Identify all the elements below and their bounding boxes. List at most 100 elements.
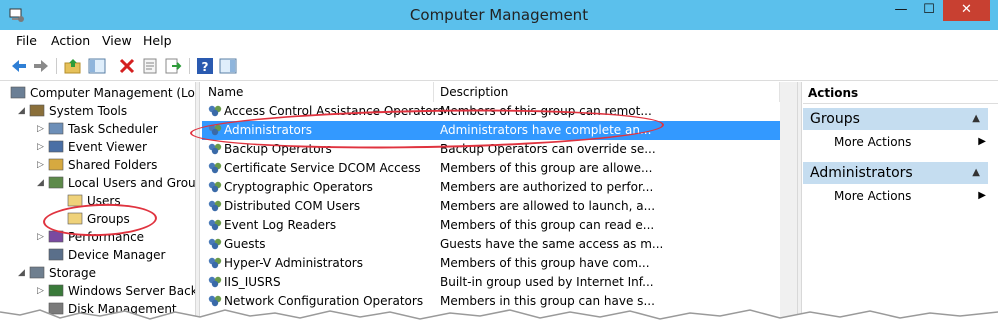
group-name: Certificate Service DCOM Access	[224, 161, 421, 175]
tree-item-label: Groups	[87, 212, 130, 226]
group-row[interactable]: Cryptographic Operators Members are autho…	[202, 178, 780, 197]
window-title: Computer Management	[409, 6, 589, 24]
group-row[interactable]: Distributed COM Users Members are allowed…	[202, 197, 780, 216]
expand-arrow-icon[interactable]: ▷	[37, 282, 47, 300]
back-icon[interactable]	[10, 57, 28, 75]
actions-header: Actions	[803, 82, 998, 104]
group-row[interactable]: Event Log Readers Members of this group c…	[202, 216, 780, 235]
tree-item-label: System Tools	[49, 104, 128, 118]
group-description: Members of this group can read e...	[440, 218, 655, 232]
minimize-button[interactable]: —	[887, 0, 915, 21]
collapse-arrow-icon[interactable]: ◢	[18, 264, 28, 282]
performance-icon	[48, 230, 64, 243]
pane-splitter[interactable]	[195, 82, 200, 331]
up-folder-icon[interactable]	[64, 57, 82, 75]
column-header-name[interactable]: Name	[202, 82, 434, 102]
device-manager-icon	[48, 248, 64, 261]
properties-icon[interactable]	[141, 57, 159, 75]
tree-item-label: Task Scheduler	[68, 122, 158, 136]
tree-item[interactable]: ▷ Event Viewer	[8, 138, 195, 156]
group-description: Administrators have complete an...	[440, 123, 652, 137]
expand-arrow-icon[interactable]: ▷	[37, 120, 47, 138]
collapse-icon[interactable]: ▲	[972, 108, 980, 130]
group-name: Distributed COM Users	[224, 199, 361, 213]
group-name: Administrators	[224, 123, 313, 137]
group-row[interactable]: Backup Operators Backup Operators can ove…	[202, 140, 780, 159]
toolbar: ?	[0, 52, 998, 81]
group-description: Members of this group can remot...	[440, 104, 652, 118]
tree-item-label: Performance	[68, 230, 145, 244]
menu-file[interactable]: File	[16, 33, 37, 48]
section-title: Groups	[810, 111, 860, 127]
expand-arrow-icon[interactable]: ▷	[37, 156, 47, 174]
expand-arrow-icon[interactable]: ▷	[37, 228, 47, 246]
menu-view[interactable]: View	[102, 33, 132, 48]
group-row[interactable]: Hyper-V Administrators Members of this gr…	[202, 254, 780, 273]
forward-icon[interactable]	[32, 57, 50, 75]
group-row[interactable]: Guests Guests have the same access as m..…	[202, 235, 780, 254]
tree-item-label: Windows Server Backup	[68, 284, 195, 298]
console-tree: Computer Management (Local ◢ System Tools ▷…	[8, 82, 195, 331]
collapse-arrow-icon[interactable]: ◢	[37, 174, 47, 192]
close-button[interactable]: ✕	[943, 0, 990, 21]
tree-item[interactable]: ◢ Storage	[8, 264, 195, 282]
more-actions-administrators[interactable]: More Actions ▶	[803, 186, 988, 206]
group-icon	[208, 238, 222, 250]
vertical-scrollbar[interactable]	[780, 82, 797, 331]
group-icon	[208, 124, 222, 136]
pane-splitter[interactable]	[797, 82, 802, 331]
actions-section-administrators[interactable]: Administrators ▲	[803, 162, 988, 184]
tree-item[interactable]: ▷ Task Scheduler	[8, 120, 195, 138]
collapse-icon[interactable]: ▲	[972, 162, 980, 184]
group-icon	[208, 219, 222, 231]
maximize-button[interactable]: ☐	[915, 0, 943, 21]
tree-item[interactable]: ◢ Local Users and Groups	[8, 174, 195, 192]
menu-action[interactable]: Action	[51, 33, 90, 48]
tree-item[interactable]: ▷ Windows Server Backup	[8, 282, 195, 300]
toolbar-separator	[56, 58, 57, 74]
group-row[interactable]: Administrators Administrators have comple…	[202, 121, 780, 140]
group-row[interactable]: Access Control Assistance Operators Membe…	[202, 102, 780, 121]
menu-help[interactable]: Help	[143, 33, 172, 48]
show-hide-action-pane-icon[interactable]	[219, 57, 237, 75]
show-hide-tree-icon[interactable]	[88, 57, 106, 75]
toolbar-separator	[189, 58, 190, 74]
group-description: Backup Operators can override se...	[440, 142, 656, 156]
delete-icon[interactable]	[118, 57, 136, 75]
tree-item-label: Storage	[49, 266, 96, 280]
column-header-description[interactable]: Description	[434, 82, 780, 102]
group-name: Guests	[224, 237, 266, 251]
tree-item[interactable]: ▷ Performance	[8, 228, 195, 246]
more-actions-groups[interactable]: More Actions ▶	[803, 132, 988, 152]
tree-item-label: Event Viewer	[68, 140, 147, 154]
group-row[interactable]: Certificate Service DCOM Access Members o…	[202, 159, 780, 178]
users-icon	[48, 176, 64, 189]
group-description: Members are authorized to perfor...	[440, 180, 654, 194]
group-icon	[208, 257, 222, 269]
group-icon	[208, 162, 222, 174]
group-icon	[208, 181, 222, 193]
group-icon	[208, 200, 222, 212]
collapse-arrow-icon[interactable]: ◢	[18, 102, 28, 120]
help-icon[interactable]: ?	[196, 57, 214, 75]
section-title: Administrators	[810, 165, 913, 181]
more-actions-label: More Actions	[834, 135, 912, 149]
actions-section-groups[interactable]: Groups ▲	[803, 108, 988, 130]
group-name: Hyper-V Administrators	[224, 256, 363, 270]
tree-item[interactable]: ◢ System Tools	[8, 102, 195, 120]
group-row[interactable]: IIS_IUSRS Built-in group used by Internet…	[202, 273, 780, 292]
tree-item[interactable]: ▷ Shared Folders	[8, 156, 195, 174]
storage-icon	[29, 266, 45, 279]
folder-icon	[67, 194, 83, 207]
export-list-icon[interactable]	[164, 57, 182, 75]
tree-item[interactable]: Device Manager	[8, 246, 195, 264]
tree-item[interactable]: Groups	[8, 210, 195, 228]
group-icon	[208, 105, 222, 117]
backup-icon	[48, 284, 64, 297]
title-bar: Computer Management — ☐ ✕	[0, 0, 998, 30]
group-icon	[208, 276, 222, 288]
tree-item[interactable]: Computer Management (Local	[8, 84, 195, 102]
group-description: Members of this group are allowe...	[440, 161, 653, 175]
tree-item[interactable]: Users	[8, 192, 195, 210]
expand-arrow-icon[interactable]: ▷	[37, 138, 47, 156]
